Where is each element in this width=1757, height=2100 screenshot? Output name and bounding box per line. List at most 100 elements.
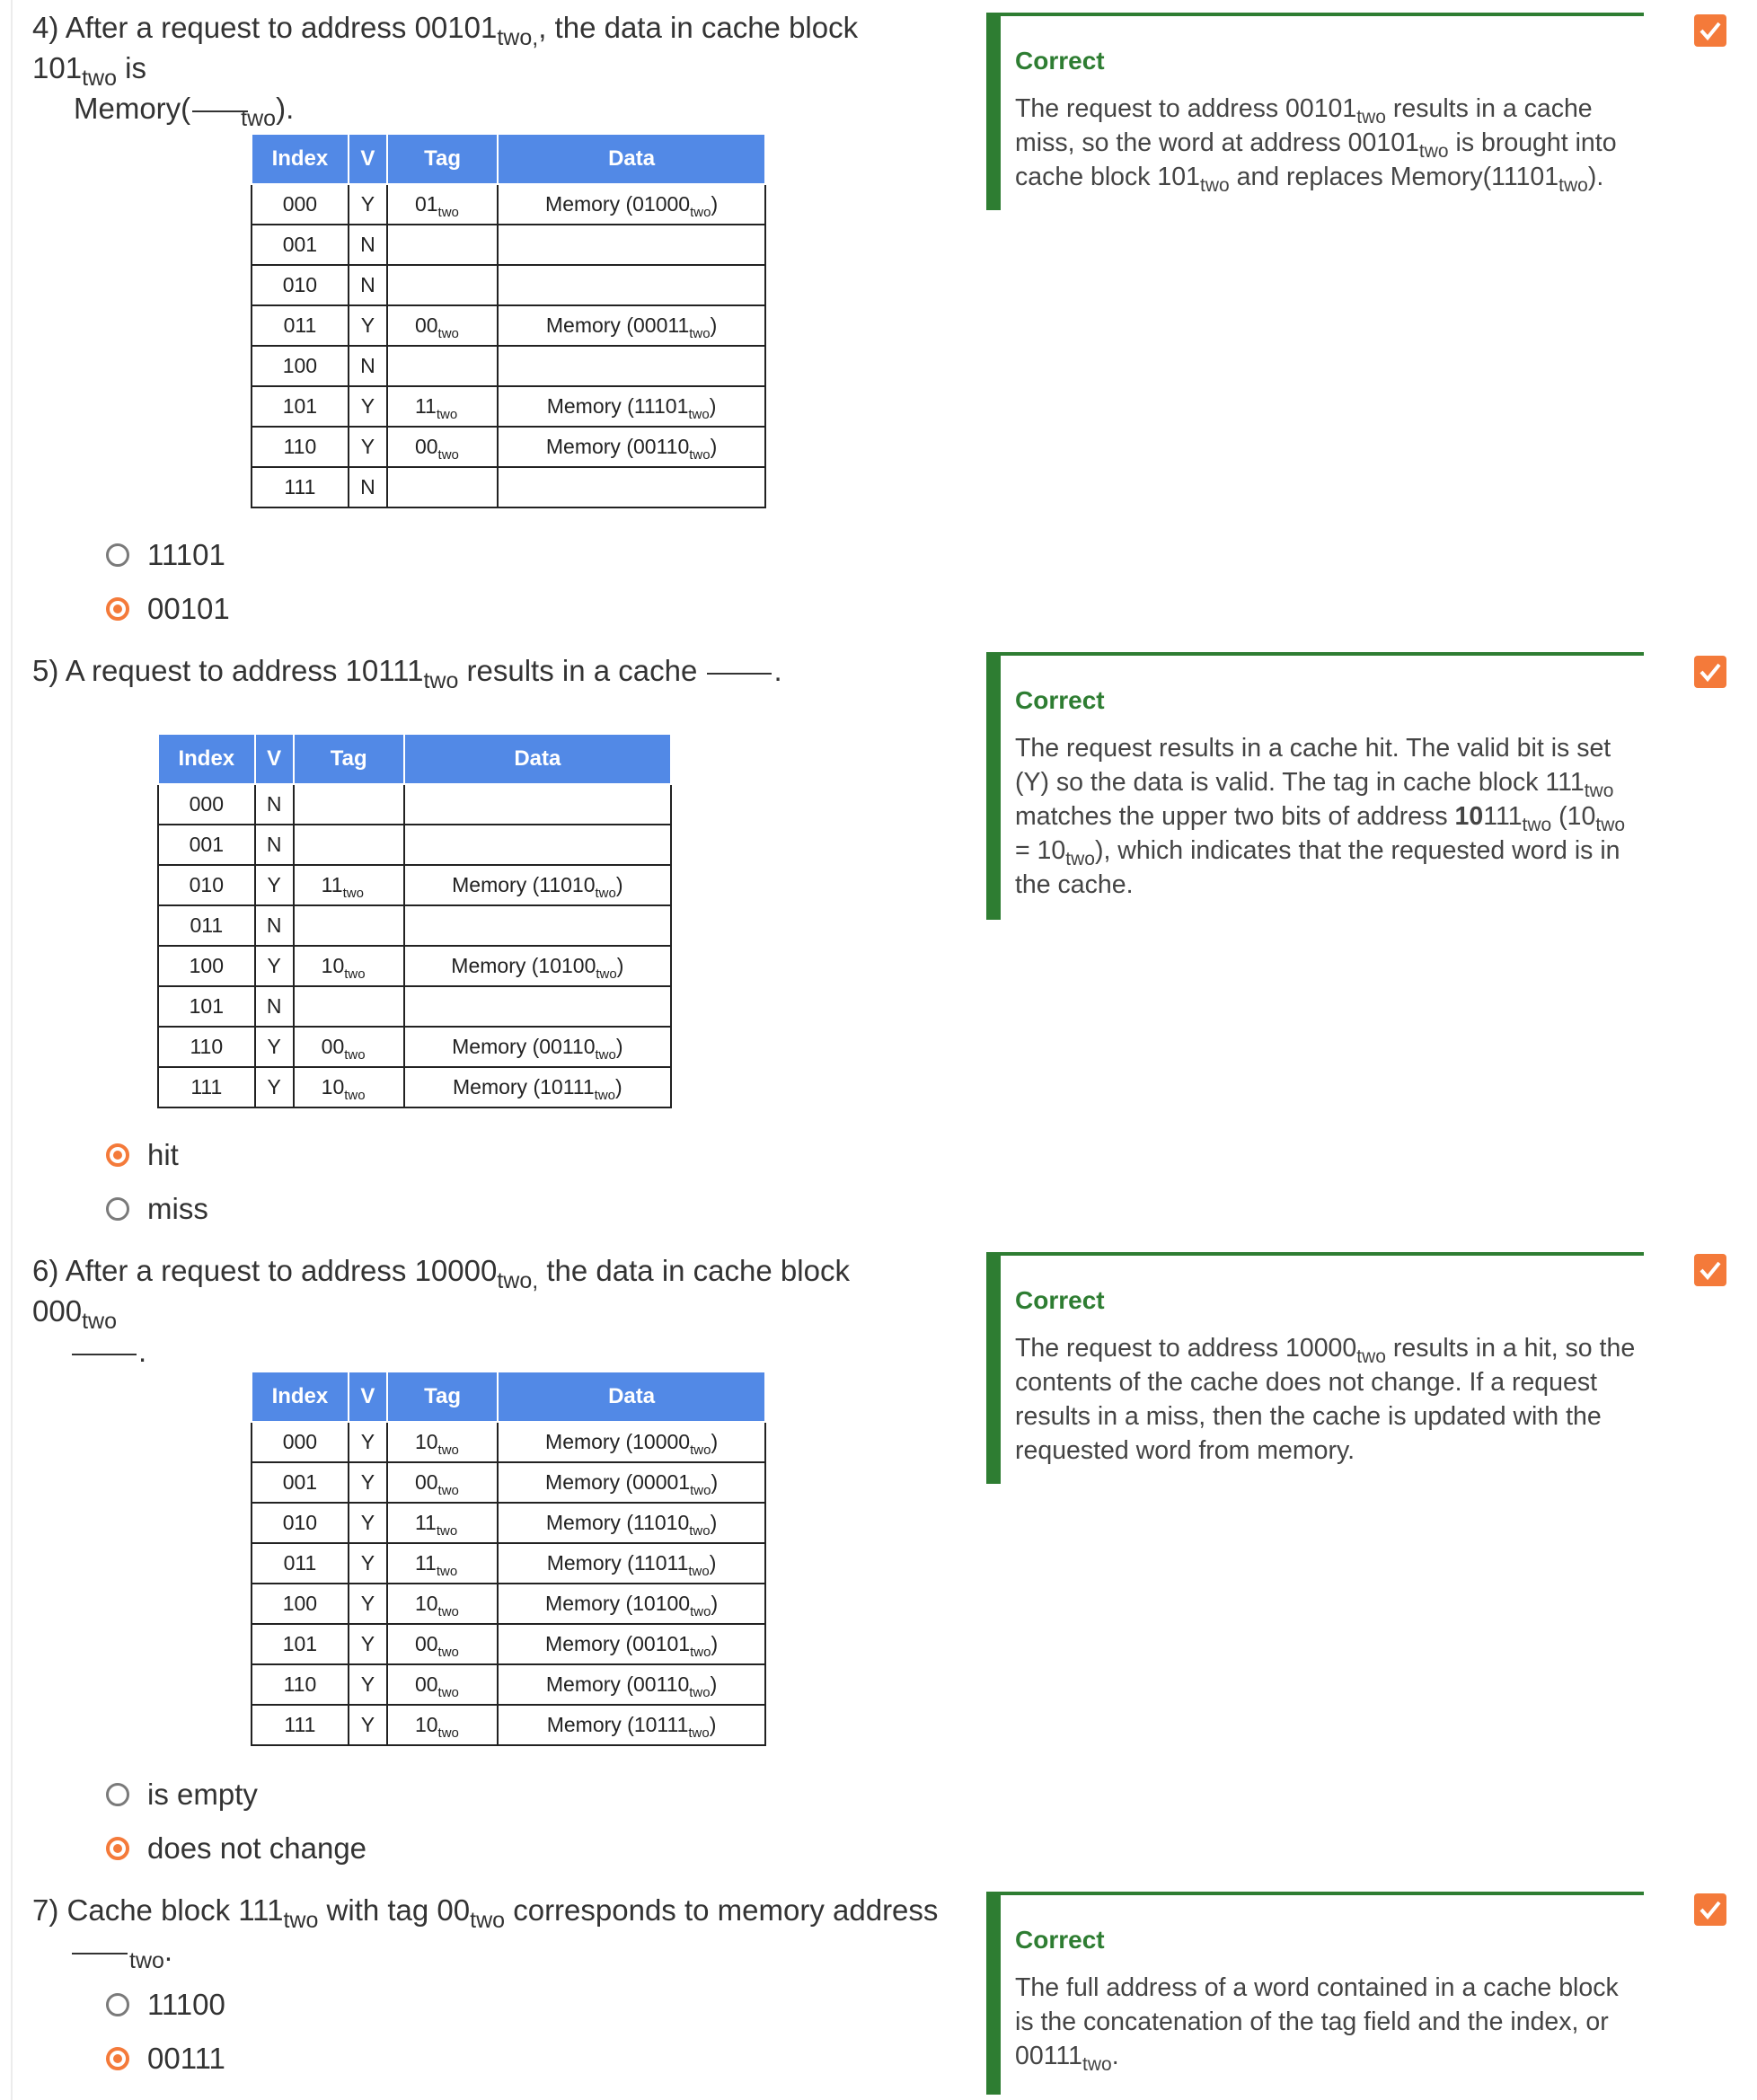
valid-cell: Y [347,1663,388,1706]
option-11100[interactable]: 11100 [106,1987,225,2023]
valid-cell: Y [347,304,388,347]
tag-cell [385,224,499,266]
index-cell: 110 [251,426,349,468]
feedback-title: Correct [1015,47,1105,75]
tag-cell: 10two [385,1704,499,1746]
data-cell [497,466,766,508]
option-hit[interactable]: hit [106,1137,179,1173]
table-row: 010 Y 11two Memory (11010two) [251,1502,766,1544]
data-cell: Memory (00110two) [497,426,766,468]
data-cell: Memory (11011two) [497,1542,766,1584]
feedback-q4: Correct The request to address 00101two … [986,13,1644,210]
table-row: 001 Y 00two Memory (00001two) [251,1461,766,1504]
tag-cell [292,985,405,1028]
index-cell: 101 [251,385,349,428]
feedback-q7: Correct The full address of a word conta… [986,1892,1644,2095]
data-cell: Memory (10111two) [497,1704,766,1746]
table-row: 000 Y 10two Memory (10000two) [251,1421,766,1463]
table-row: 100 N [251,345,766,387]
valid-cell: Y [347,426,388,468]
table-row: 110 Y 00two Memory (00110two) [251,426,766,468]
tag-cell: 10two [385,1583,499,1625]
table-row: 010 Y 11two Memory (11010two) [157,864,673,906]
tag-cell: 00two [385,1623,499,1665]
index-cell: 100 [157,945,256,987]
index-cell: 110 [251,1663,349,1706]
index-cell: 110 [157,1026,256,1068]
option-11101[interactable]: 11101 [106,537,225,573]
table-row: 111 N [251,466,766,508]
tag-cell: 00two [385,1461,499,1504]
valid-cell: Y [347,183,388,225]
tag-cell [385,345,499,387]
tag-cell: 00two [292,1026,405,1068]
column-header: Index [157,733,256,785]
table-row: 111 Y 10two Memory (10111two) [157,1066,673,1108]
question-6-prompt: 6) After a request to address 10000two, … [32,1254,850,1368]
radio-icon[interactable] [106,1783,129,1806]
column-header: Data [497,133,766,185]
valid-cell: Y [347,1704,388,1746]
index-cell: 001 [251,1461,349,1504]
data-cell [402,783,673,825]
data-cell [402,985,673,1028]
table-row: 110 Y 00two Memory (00110two) [251,1663,766,1706]
tag-cell: 10two [292,945,405,987]
valid-cell: Y [253,1026,295,1068]
data-cell [402,824,673,866]
index-cell: 001 [251,224,349,266]
column-header: Tag [385,133,499,185]
tag-cell: 00two [385,304,499,347]
option-00111[interactable]: 00111 [106,2041,225,2077]
radio-selected-icon[interactable] [106,597,129,621]
index-cell: 011 [251,304,349,347]
radio-selected-icon[interactable] [106,1837,129,1860]
data-cell: Memory (00101two) [497,1623,766,1665]
index-cell: 111 [251,466,349,508]
feedback-text: The request to address 00101two results … [1015,94,1617,196]
column-header: Index [251,1371,349,1423]
feedback-q5: Correct The request results in a cache h… [986,652,1644,920]
data-cell: Memory (10000two) [497,1421,766,1463]
table-header: Index V Tag Data [251,1371,766,1423]
table-row: 011 Y 11two Memory (11011two) [251,1542,766,1584]
data-cell: Memory (10100two) [497,1583,766,1625]
radio-icon[interactable] [106,1197,129,1221]
table-row: 110 Y 00two Memory (00110two) [157,1026,673,1068]
option-miss[interactable]: miss [106,1191,208,1227]
option-does-not-change[interactable]: does not change [106,1831,366,1866]
table-row: 001 N [157,824,673,866]
option-00101[interactable]: 00101 [106,591,230,627]
valid-cell: N [347,224,388,266]
radio-icon[interactable] [106,543,129,567]
table-row: 011 Y 00two Memory (00011two) [251,304,766,347]
radio-selected-icon[interactable] [106,1143,129,1167]
data-cell [402,904,673,947]
index-cell: 100 [251,345,349,387]
feedback-q6: Correct The request to address 10000two … [986,1252,1644,1484]
option-is-empty[interactable]: is empty [106,1777,258,1813]
tag-cell: 11two [385,1542,499,1584]
index-cell: 011 [157,904,256,947]
tag-cell: 11two [385,1502,499,1544]
table-row: 100 Y 10two Memory (10100two) [157,945,673,987]
index-cell: 011 [251,1542,349,1584]
data-cell: Memory (10100two) [402,945,673,987]
check-icon [1694,1254,1726,1286]
table-row: 101 Y 11two Memory (11101two) [251,385,766,428]
table-row: 000 N [157,783,673,825]
radio-selected-icon[interactable] [106,2047,129,2070]
index-cell: 000 [157,783,256,825]
feedback-text: The request to address 10000two results … [1015,1334,1636,1465]
valid-cell: Y [253,945,295,987]
tag-cell: 10two [292,1066,405,1108]
tag-cell [385,466,499,508]
radio-icon[interactable] [106,1993,129,2016]
table-header: Index V Tag Data [251,133,766,185]
tag-cell: 00two [385,426,499,468]
tag-cell [385,264,499,306]
table-row: 011 N [157,904,673,947]
data-cell [497,264,766,306]
table-row: 001 N [251,224,766,266]
valid-cell: Y [347,1542,388,1584]
